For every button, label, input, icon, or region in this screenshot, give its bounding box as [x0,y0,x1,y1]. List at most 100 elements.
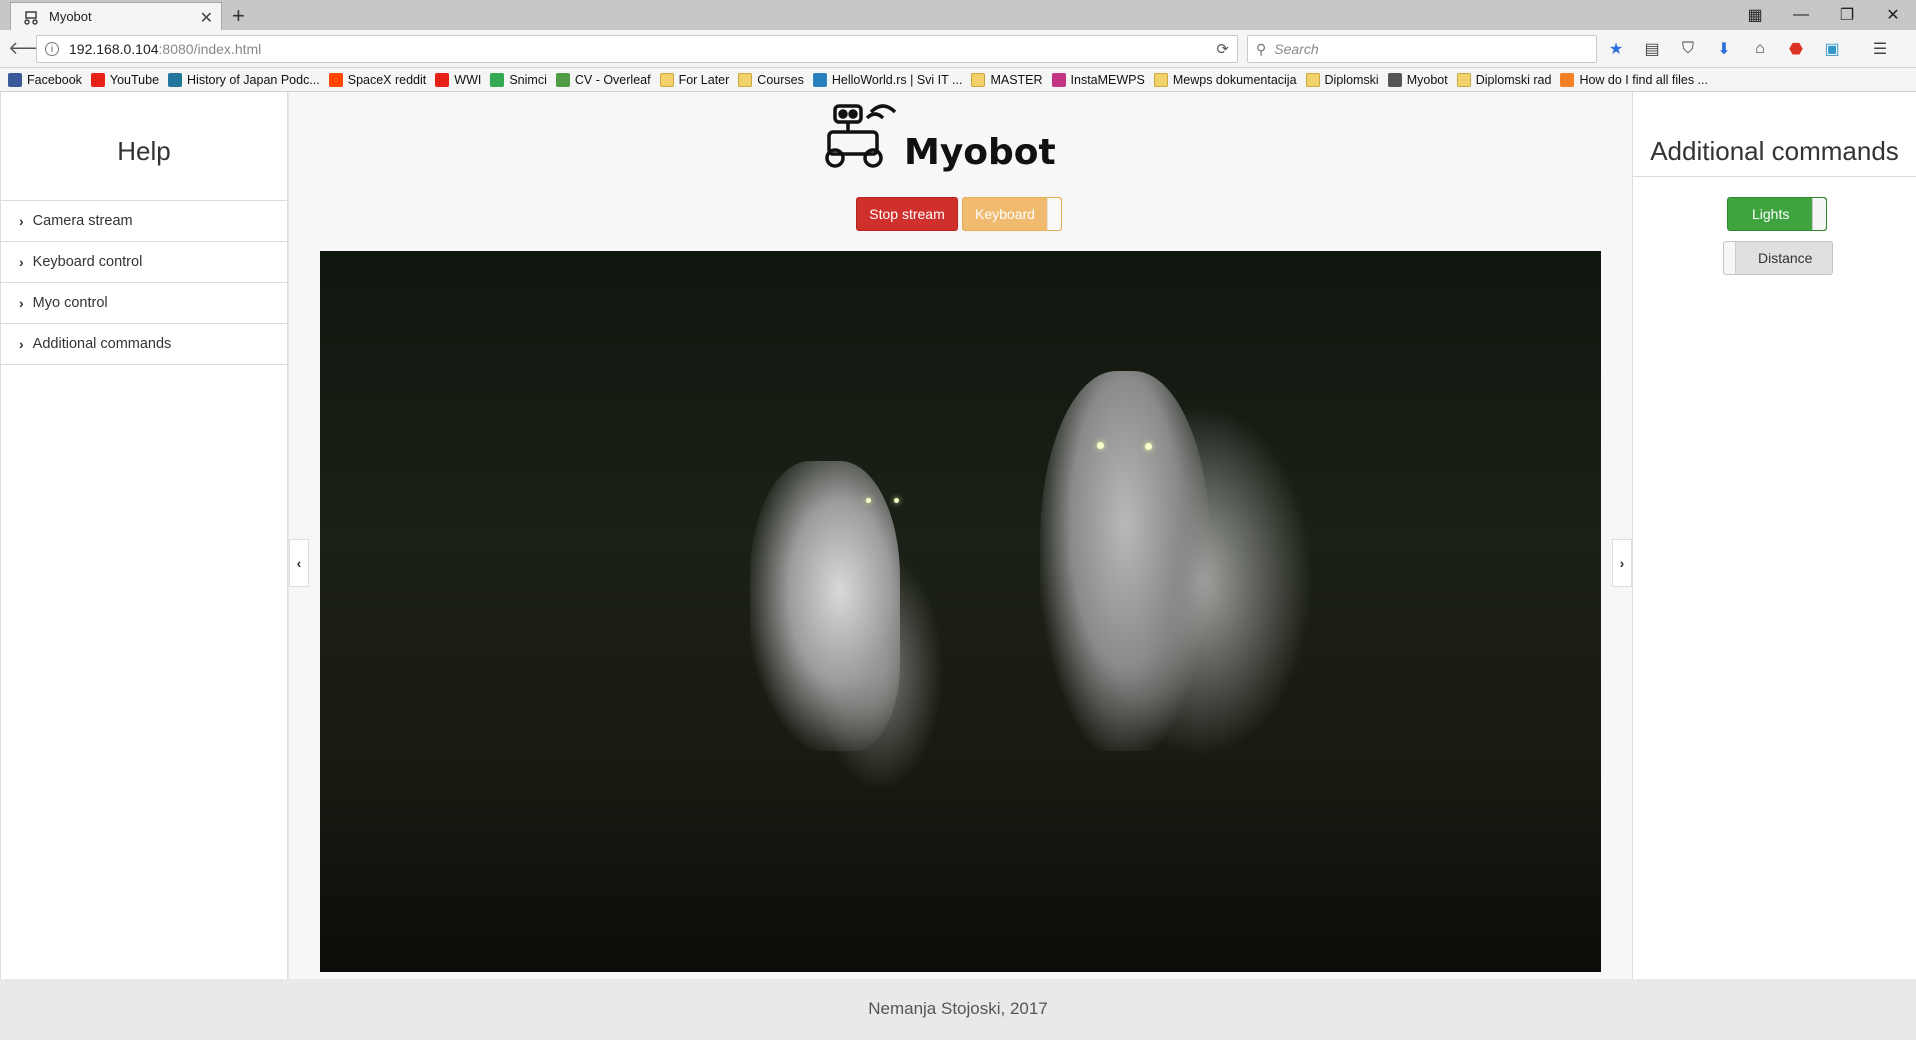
bookmark-item[interactable]: How do I find all files ... [1560,72,1708,87]
search-placeholder: Search [1274,41,1319,57]
folder-icon [1456,72,1471,87]
lights-toggle[interactable]: Lights [1727,197,1827,231]
extension-icon[interactable]: ▣ [1821,38,1843,60]
toggle-knob [1724,242,1736,274]
download-icon[interactable]: ⬇ [1713,38,1735,60]
youtube-icon [90,72,105,87]
myobot-logo: Myobot [819,98,1119,178]
divider [1633,176,1916,177]
minimize-button[interactable]: — [1778,0,1824,30]
bookmark-label: InstaMEWPS [1070,72,1145,87]
toggle-knob [1812,198,1826,230]
bookmark-item[interactable]: HelloWorld.rs | Svi IT ... [812,72,963,87]
bookmark-item[interactable]: History of Japan Podc... [168,72,320,87]
bookmark-label: History of Japan Podc... [187,72,320,87]
help-title: Help [117,136,171,166]
home-icon[interactable]: ⌂ [1749,38,1771,60]
bookmark-item[interactable]: Diplomski rad [1456,72,1551,87]
help-item-label: Keyboard control [32,254,143,270]
browser-tab-myobot[interactable]: Myobot ✕ [10,2,222,30]
stop-stream-button[interactable]: Stop stream [856,197,958,231]
chevron-right-icon: › [19,254,24,270]
help-item-label: Additional commands [32,336,172,352]
bookmark-item[interactable]: InstaMEWPS [1051,72,1145,87]
menu-icon[interactable]: ☰ [1869,38,1891,60]
commands-title: Additional commands [1650,136,1899,166]
new-tab-button[interactable]: + [232,3,245,29]
bookmark-item[interactable]: Diplomski [1305,72,1379,87]
keyboard-toggle-label: Keyboard [975,206,1035,222]
close-window-button[interactable]: ✕ [1870,0,1916,30]
distance-toggle-label: Distance [1758,250,1813,266]
main-content: Myobot Stop stream Keyboard ‹ › [289,92,1632,979]
distance-toggle[interactable]: Distance [1723,241,1833,275]
bookmark-label: For Later [678,72,730,87]
bookmark-label: CV - Overleaf [574,72,651,87]
help-item-keyboard-control[interactable]: › Keyboard control [1,242,287,283]
commands-sidebar: Additional commands Lights Distance [1632,92,1916,979]
bookmark-item[interactable]: YouTube [90,72,160,87]
folder-icon [659,72,674,87]
instagram-icon [1051,72,1066,87]
reddit-icon [328,72,343,87]
eye-glint [1097,442,1104,449]
bookmark-item[interactable]: Snimci [490,72,547,87]
collapse-right-panel-button[interactable]: › [1612,539,1632,587]
bookmark-item[interactable]: For Later [659,72,730,87]
stackoverflow-icon [1560,72,1575,87]
close-tab-icon[interactable]: ✕ [200,8,213,28]
bookmark-label: SpaceX reddit [347,72,427,87]
reload-icon[interactable]: ⟳ [1216,40,1229,58]
adblock-icon[interactable]: ⬣ [1785,38,1807,60]
helloworld-icon [812,72,827,87]
tab-groups-icon[interactable]: ▦ [1732,0,1778,30]
restore-button[interactable]: ❐ [1824,0,1870,30]
window-controls: ▦ — ❐ ✕ [1732,0,1916,30]
wordpress-icon [168,72,183,87]
keyboard-toggle[interactable]: Keyboard [962,197,1062,231]
bookmark-item[interactable]: MASTER [971,72,1043,87]
bookmark-star-icon[interactable]: ★ [1605,38,1627,60]
bookmark-item[interactable]: WWI [435,72,481,87]
help-list: › Camera stream › Keyboard control › Myo co… [1,200,287,365]
logo-text: Myobot [904,132,1056,173]
toggle-knob [1047,198,1061,230]
bookmark-label: HelloWorld.rs | Svi IT ... [831,72,963,87]
chevron-right-icon: › [19,336,24,352]
pocket-icon[interactable]: ⛉ [1677,38,1699,60]
eye-glint [1145,443,1152,450]
lights-toggle-label: Lights [1752,206,1790,222]
facebook-icon [8,72,22,87]
collapse-left-panel-button[interactable]: ‹ [289,539,309,587]
bookmark-label: Diplomski [1324,72,1379,87]
bookmark-item[interactable]: Mewps dokumentacija [1153,72,1297,87]
overleaf-icon [555,72,570,87]
robot-icon [23,9,39,25]
reader-icon[interactable]: ▤ [1641,38,1663,60]
bookmark-label: YouTube [109,72,160,87]
tab-title: Myobot [49,9,92,24]
stream-controls: Stop stream Keyboard [856,197,1062,231]
footer-text: Nemanja Stojoski, 2017 [868,999,1048,1018]
help-item-myo-control[interactable]: › Myo control [1,283,287,324]
help-item-additional-commands[interactable]: › Additional commands [1,324,287,365]
eye-glint [866,498,871,503]
browser-tab-bar: Myobot ✕ + ▦ — ❐ ✕ [0,0,1916,30]
site-info-icon[interactable]: i [45,42,59,56]
bookmarks-bar: Facebook YouTube History of Japan Podc... S… [0,68,1916,92]
help-item-camera-stream[interactable]: › Camera stream [1,201,287,242]
url-bar[interactable]: i 192.168.0.104:8080/index.html ⟳ [36,35,1238,63]
camera-stream [320,251,1601,972]
page: Help › Camera stream › Keyboard control › M… [0,92,1916,1040]
youtube-icon [435,72,450,87]
bookmark-item[interactable]: Facebook [8,72,82,87]
folder-icon [1305,72,1320,87]
bookmark-item[interactable]: Myobot [1387,72,1448,87]
folder-icon [1153,72,1168,87]
help-sidebar: Help › Camera stream › Keyboard control › M… [0,92,288,979]
robot-icon [1387,72,1402,87]
bookmark-item[interactable]: CV - Overleaf [555,72,651,87]
bookmark-item[interactable]: Courses [738,72,804,87]
bookmark-item[interactable]: SpaceX reddit [328,72,427,87]
search-input[interactable]: ⚲ Search [1247,35,1597,63]
